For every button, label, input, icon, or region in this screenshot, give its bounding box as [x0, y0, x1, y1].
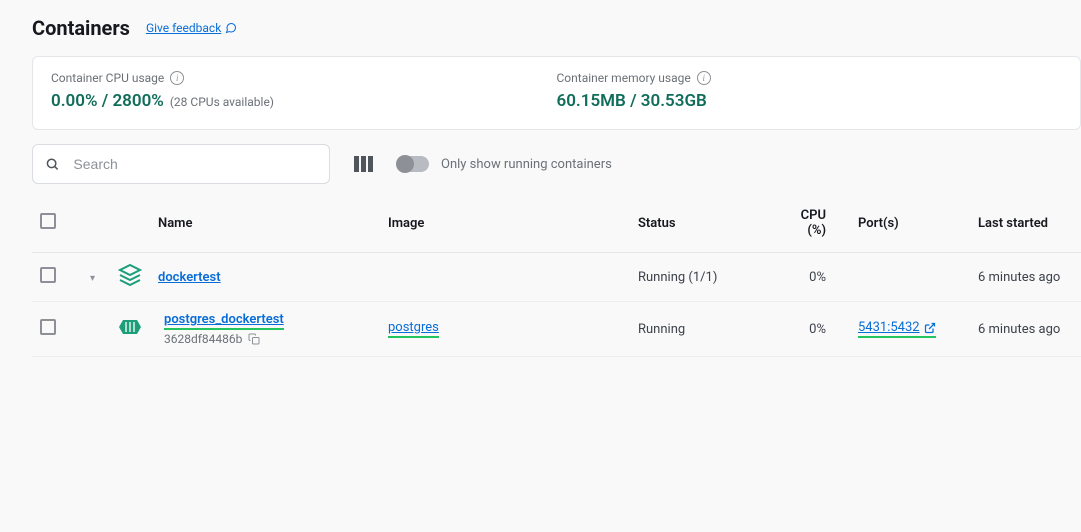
row-checkbox[interactable] — [40, 267, 56, 283]
toggle-knob — [396, 155, 414, 173]
cpu-note: (28 CPUs available) — [170, 95, 274, 109]
port-text: 5431:5432 — [858, 320, 920, 335]
search-input[interactable] — [71, 155, 317, 173]
header-last-started[interactable]: Last started — [970, 194, 1081, 253]
page-title: Containers — [32, 16, 130, 40]
give-feedback-link[interactable]: Give feedback — [146, 21, 237, 35]
cell-status: Running — [630, 302, 780, 357]
stack-name-link[interactable]: dockertest — [158, 270, 221, 285]
header-status[interactable]: Status — [630, 194, 780, 253]
image-link[interactable]: postgres — [388, 320, 439, 335]
memory-usage-block: Container memory usage i 60.15MB / 30.53… — [557, 71, 1063, 111]
container-icon — [118, 316, 142, 338]
stack-icon — [118, 263, 142, 287]
cell-cpu: 0% — [780, 302, 850, 357]
search-icon — [45, 156, 59, 172]
feedback-icon — [225, 22, 237, 34]
containers-table: Name Image Status CPU (%) Port(s) Last s… — [32, 194, 1081, 357]
running-only-label: Only show running containers — [441, 157, 612, 172]
header-name[interactable]: Name — [150, 194, 380, 253]
memory-total-value: 30.53GB — [641, 91, 707, 111]
info-icon[interactable]: i — [697, 71, 711, 85]
header-ports[interactable]: Port(s) — [850, 194, 970, 253]
cell-last-started: 6 minutes ago — [970, 253, 1081, 302]
external-link-icon — [924, 322, 936, 334]
table-row[interactable]: ▾ dockertest Running (1/1) 0% 6 minutes … — [32, 253, 1081, 302]
info-icon[interactable]: i — [170, 71, 184, 85]
chevron-down-icon[interactable]: ▾ — [90, 273, 102, 284]
running-only-toggle[interactable] — [397, 156, 429, 172]
cpu-used-value: 0.00% — [51, 91, 98, 111]
columns-icon[interactable] — [354, 156, 373, 172]
stats-card: Container CPU usage i 0.00% / 2800% (28 … — [32, 56, 1081, 130]
container-id: 3628df84486b — [164, 332, 242, 346]
cpu-sep: / — [98, 91, 113, 111]
header-image[interactable]: Image — [380, 194, 630, 253]
search-box[interactable] — [32, 144, 330, 184]
port-link[interactable]: 5431:5432 — [858, 320, 936, 335]
row-checkbox[interactable] — [40, 319, 56, 335]
cpu-usage-label: Container CPU usage — [51, 71, 164, 85]
table-row[interactable]: postgres_dockertest 3628df84486b postgre… — [32, 302, 1081, 357]
select-all-checkbox[interactable] — [40, 213, 56, 229]
cell-last-started: 6 minutes ago — [970, 302, 1081, 357]
copy-icon[interactable] — [248, 333, 260, 345]
cell-status: Running (1/1) — [630, 253, 780, 302]
give-feedback-label: Give feedback — [146, 21, 221, 35]
header-cpu[interactable]: CPU (%) — [780, 194, 850, 253]
memory-sep: / — [626, 91, 641, 111]
memory-usage-label: Container memory usage — [557, 71, 691, 85]
cpu-total-value: 2800% — [112, 91, 163, 111]
memory-used-value: 60.15MB — [557, 91, 626, 111]
cell-ports — [850, 253, 970, 302]
cell-image — [380, 253, 630, 302]
cpu-usage-block: Container CPU usage i 0.00% / 2800% (28 … — [51, 71, 557, 111]
container-name-link[interactable]: postgres_dockertest — [164, 312, 284, 327]
cell-cpu: 0% — [780, 253, 850, 302]
